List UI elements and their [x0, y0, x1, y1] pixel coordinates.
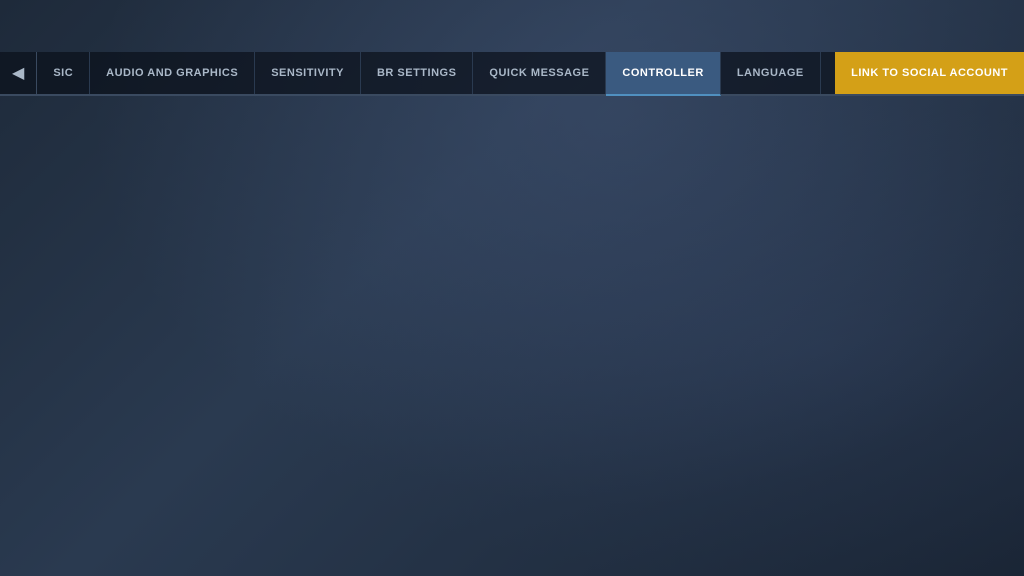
link-social-label: LINK TO SOCIAL ACCOUNT: [851, 67, 1008, 79]
main-container: SETTINGS DEFAULT SUPPORT LINK ◀ SIC AUDI…: [0, 0, 1024, 576]
tab-sic-label: SIC: [53, 67, 73, 79]
tab-language-label: LANGUAGE: [737, 67, 804, 79]
tab-sic[interactable]: SIC: [37, 52, 90, 94]
tab-audio[interactable]: AUDIO AND GRAPHICS: [90, 52, 255, 94]
link-social-tab[interactable]: LINK TO SOCIAL ACCOUNT: [835, 52, 1024, 94]
tab-audio-label: AUDIO AND GRAPHICS: [106, 67, 238, 79]
tab-language[interactable]: LANGUAGE: [721, 52, 821, 94]
tab-sensitivity[interactable]: SENSITIVITY: [255, 52, 361, 94]
tab-br-settings[interactable]: BR SETTINGS: [361, 52, 473, 94]
tab-br-settings-label: BR SETTINGS: [377, 67, 456, 79]
tab-quick-message[interactable]: QUICK MESSAGE: [473, 52, 606, 94]
tab-controller[interactable]: CONTROLLER: [606, 52, 720, 96]
tab-controller-label: CONTROLLER: [622, 67, 703, 79]
tab-back-button[interactable]: ◀: [0, 52, 37, 94]
main-tab-nav: ◀ SIC AUDIO AND GRAPHICS SENSITIVITY BR …: [0, 52, 1024, 96]
tab-sensitivity-label: SENSITIVITY: [271, 67, 344, 79]
back-arrow-icon: ◀: [12, 63, 24, 83]
tab-quick-message-label: QUICK MESSAGE: [489, 67, 589, 79]
